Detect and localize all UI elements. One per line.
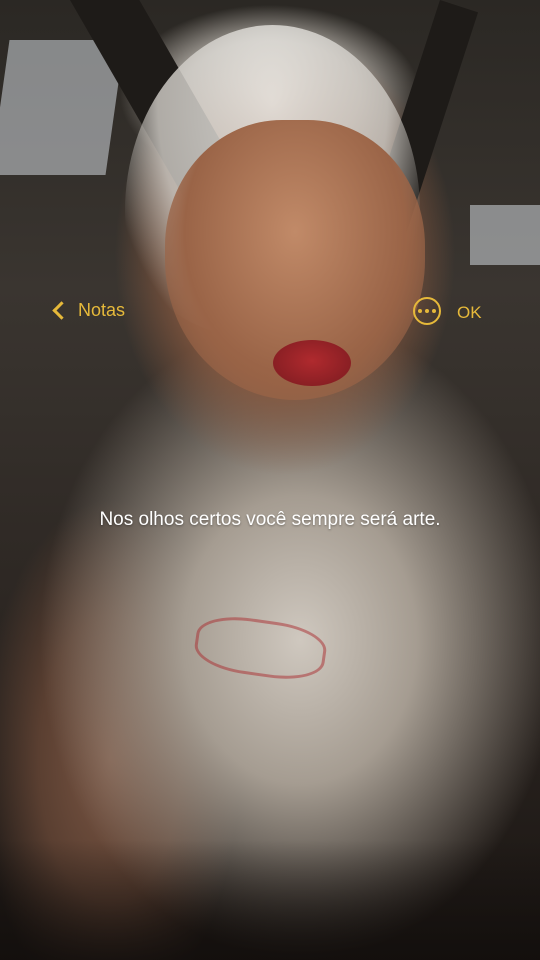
done-button[interactable]: OK: [457, 303, 482, 323]
notes-screen: Notas OK Nos olhos certos você sempre se…: [0, 0, 540, 960]
more-options-button[interactable]: [413, 297, 441, 325]
ellipsis-circle-icon: [418, 309, 422, 313]
back-button[interactable]: Notas: [52, 300, 126, 321]
ceiling-light: [470, 205, 540, 265]
back-label: Notas: [78, 300, 126, 320]
bottom-shade: [0, 840, 540, 960]
shirt-logo: [191, 611, 330, 685]
chevron-left-icon: [52, 301, 71, 320]
notes-nav-bar: Notas OK: [0, 294, 540, 334]
background-photo: [0, 0, 540, 960]
ellipsis-dot: [432, 309, 436, 313]
note-body-text[interactable]: Nos olhos certos você sempre será arte.: [0, 509, 540, 531]
lips: [273, 340, 351, 386]
ellipsis-dot: [425, 309, 429, 313]
